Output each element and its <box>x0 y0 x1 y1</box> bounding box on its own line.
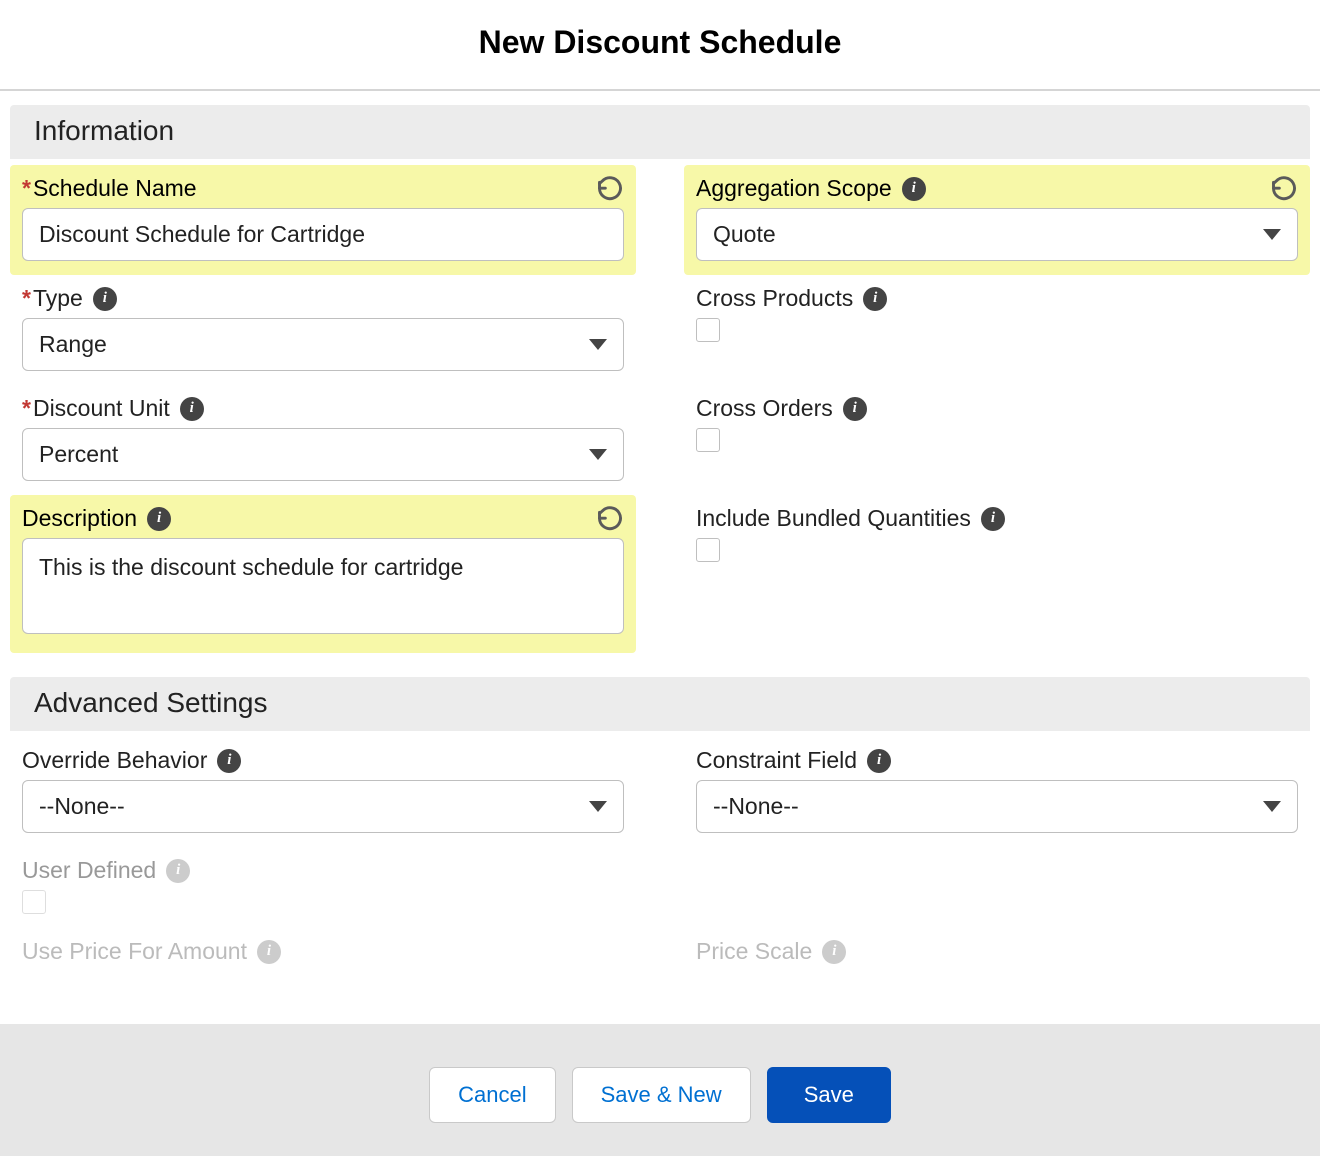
field-constraint-field: Constraint Field i --None-- <box>684 737 1310 847</box>
constraint-field-value: --None-- <box>713 793 799 820</box>
field-type: *Type i Range <box>10 275 636 385</box>
info-icon[interactable]: i <box>822 940 846 964</box>
info-icon[interactable]: i <box>166 859 190 883</box>
discount-unit-select[interactable]: Percent <box>22 428 624 481</box>
chevron-down-icon <box>589 801 607 812</box>
constraint-field-select[interactable]: --None-- <box>696 780 1298 833</box>
chevron-down-icon <box>589 339 607 350</box>
section-advanced: Advanced Settings Override Behavior i --… <box>0 677 1320 995</box>
aggregation-scope-label: Aggregation Scope <box>696 175 892 202</box>
divider <box>0 89 1320 91</box>
discount-unit-value: Percent <box>39 441 118 468</box>
user-defined-checkbox[interactable] <box>22 890 46 914</box>
section-header-information: Information <box>10 105 1310 159</box>
cancel-button[interactable]: Cancel <box>429 1067 555 1123</box>
undo-icon[interactable] <box>596 503 624 531</box>
include-bundled-label: Include Bundled Quantities <box>696 505 971 532</box>
type-select[interactable]: Range <box>22 318 624 371</box>
description-textarea[interactable] <box>22 538 624 634</box>
type-label: *Type <box>22 285 83 312</box>
info-icon[interactable]: i <box>257 940 281 964</box>
cross-orders-checkbox[interactable] <box>696 428 720 452</box>
include-bundled-checkbox[interactable] <box>696 538 720 562</box>
save-and-new-button[interactable]: Save & New <box>572 1067 751 1123</box>
field-override-behavior: Override Behavior i --None-- <box>10 737 636 847</box>
override-behavior-label: Override Behavior <box>22 747 207 774</box>
schedule-name-label: *Schedule Name <box>22 175 197 202</box>
cross-products-label: Cross Products <box>696 285 853 312</box>
constraint-field-label: Constraint Field <box>696 747 857 774</box>
field-user-defined: User Defined i <box>10 847 636 928</box>
override-behavior-value: --None-- <box>39 793 125 820</box>
info-icon[interactable]: i <box>867 749 891 773</box>
field-description: Description i <box>10 495 636 653</box>
field-use-price-for-amount: Use Price For Amount i <box>10 928 636 985</box>
description-label: Description <box>22 505 137 532</box>
field-price-scale: Price Scale i <box>684 928 1310 985</box>
field-include-bundled: Include Bundled Quantities i <box>684 495 1310 576</box>
field-schedule-name: *Schedule Name <box>10 165 636 275</box>
save-button[interactable]: Save <box>767 1067 891 1123</box>
info-icon[interactable]: i <box>981 507 1005 531</box>
page-title: New Discount Schedule <box>0 0 1320 89</box>
cross-orders-label: Cross Orders <box>696 395 833 422</box>
undo-icon[interactable] <box>1270 173 1298 201</box>
undo-icon[interactable] <box>596 173 624 201</box>
section-information: Information *Schedule Name Aggregat <box>0 105 1320 663</box>
type-value: Range <box>39 331 107 358</box>
info-icon[interactable]: i <box>93 287 117 311</box>
chevron-down-icon <box>589 449 607 460</box>
info-icon[interactable]: i <box>217 749 241 773</box>
info-icon[interactable]: i <box>180 397 204 421</box>
info-icon[interactable]: i <box>147 507 171 531</box>
info-icon[interactable]: i <box>902 177 926 201</box>
use-price-for-amount-label: Use Price For Amount <box>22 938 247 965</box>
override-behavior-select[interactable]: --None-- <box>22 780 624 833</box>
price-scale-label: Price Scale <box>696 938 812 965</box>
discount-unit-label: *Discount Unit <box>22 395 170 422</box>
field-aggregation-scope: Aggregation Scope i Quote <box>684 165 1310 275</box>
field-cross-products: Cross Products i <box>684 275 1310 356</box>
field-cross-orders: Cross Orders i <box>684 385 1310 466</box>
chevron-down-icon <box>1263 229 1281 240</box>
field-discount-unit: *Discount Unit i Percent <box>10 385 636 495</box>
user-defined-label: User Defined <box>22 857 156 884</box>
schedule-name-input[interactable] <box>22 208 624 261</box>
footer-bar: Cancel Save & New Save <box>0 1024 1320 1156</box>
aggregation-scope-select[interactable]: Quote <box>696 208 1298 261</box>
aggregation-scope-value: Quote <box>713 221 776 248</box>
cross-products-checkbox[interactable] <box>696 318 720 342</box>
chevron-down-icon <box>1263 801 1281 812</box>
info-icon[interactable]: i <box>863 287 887 311</box>
info-icon[interactable]: i <box>843 397 867 421</box>
section-header-advanced: Advanced Settings <box>10 677 1310 731</box>
